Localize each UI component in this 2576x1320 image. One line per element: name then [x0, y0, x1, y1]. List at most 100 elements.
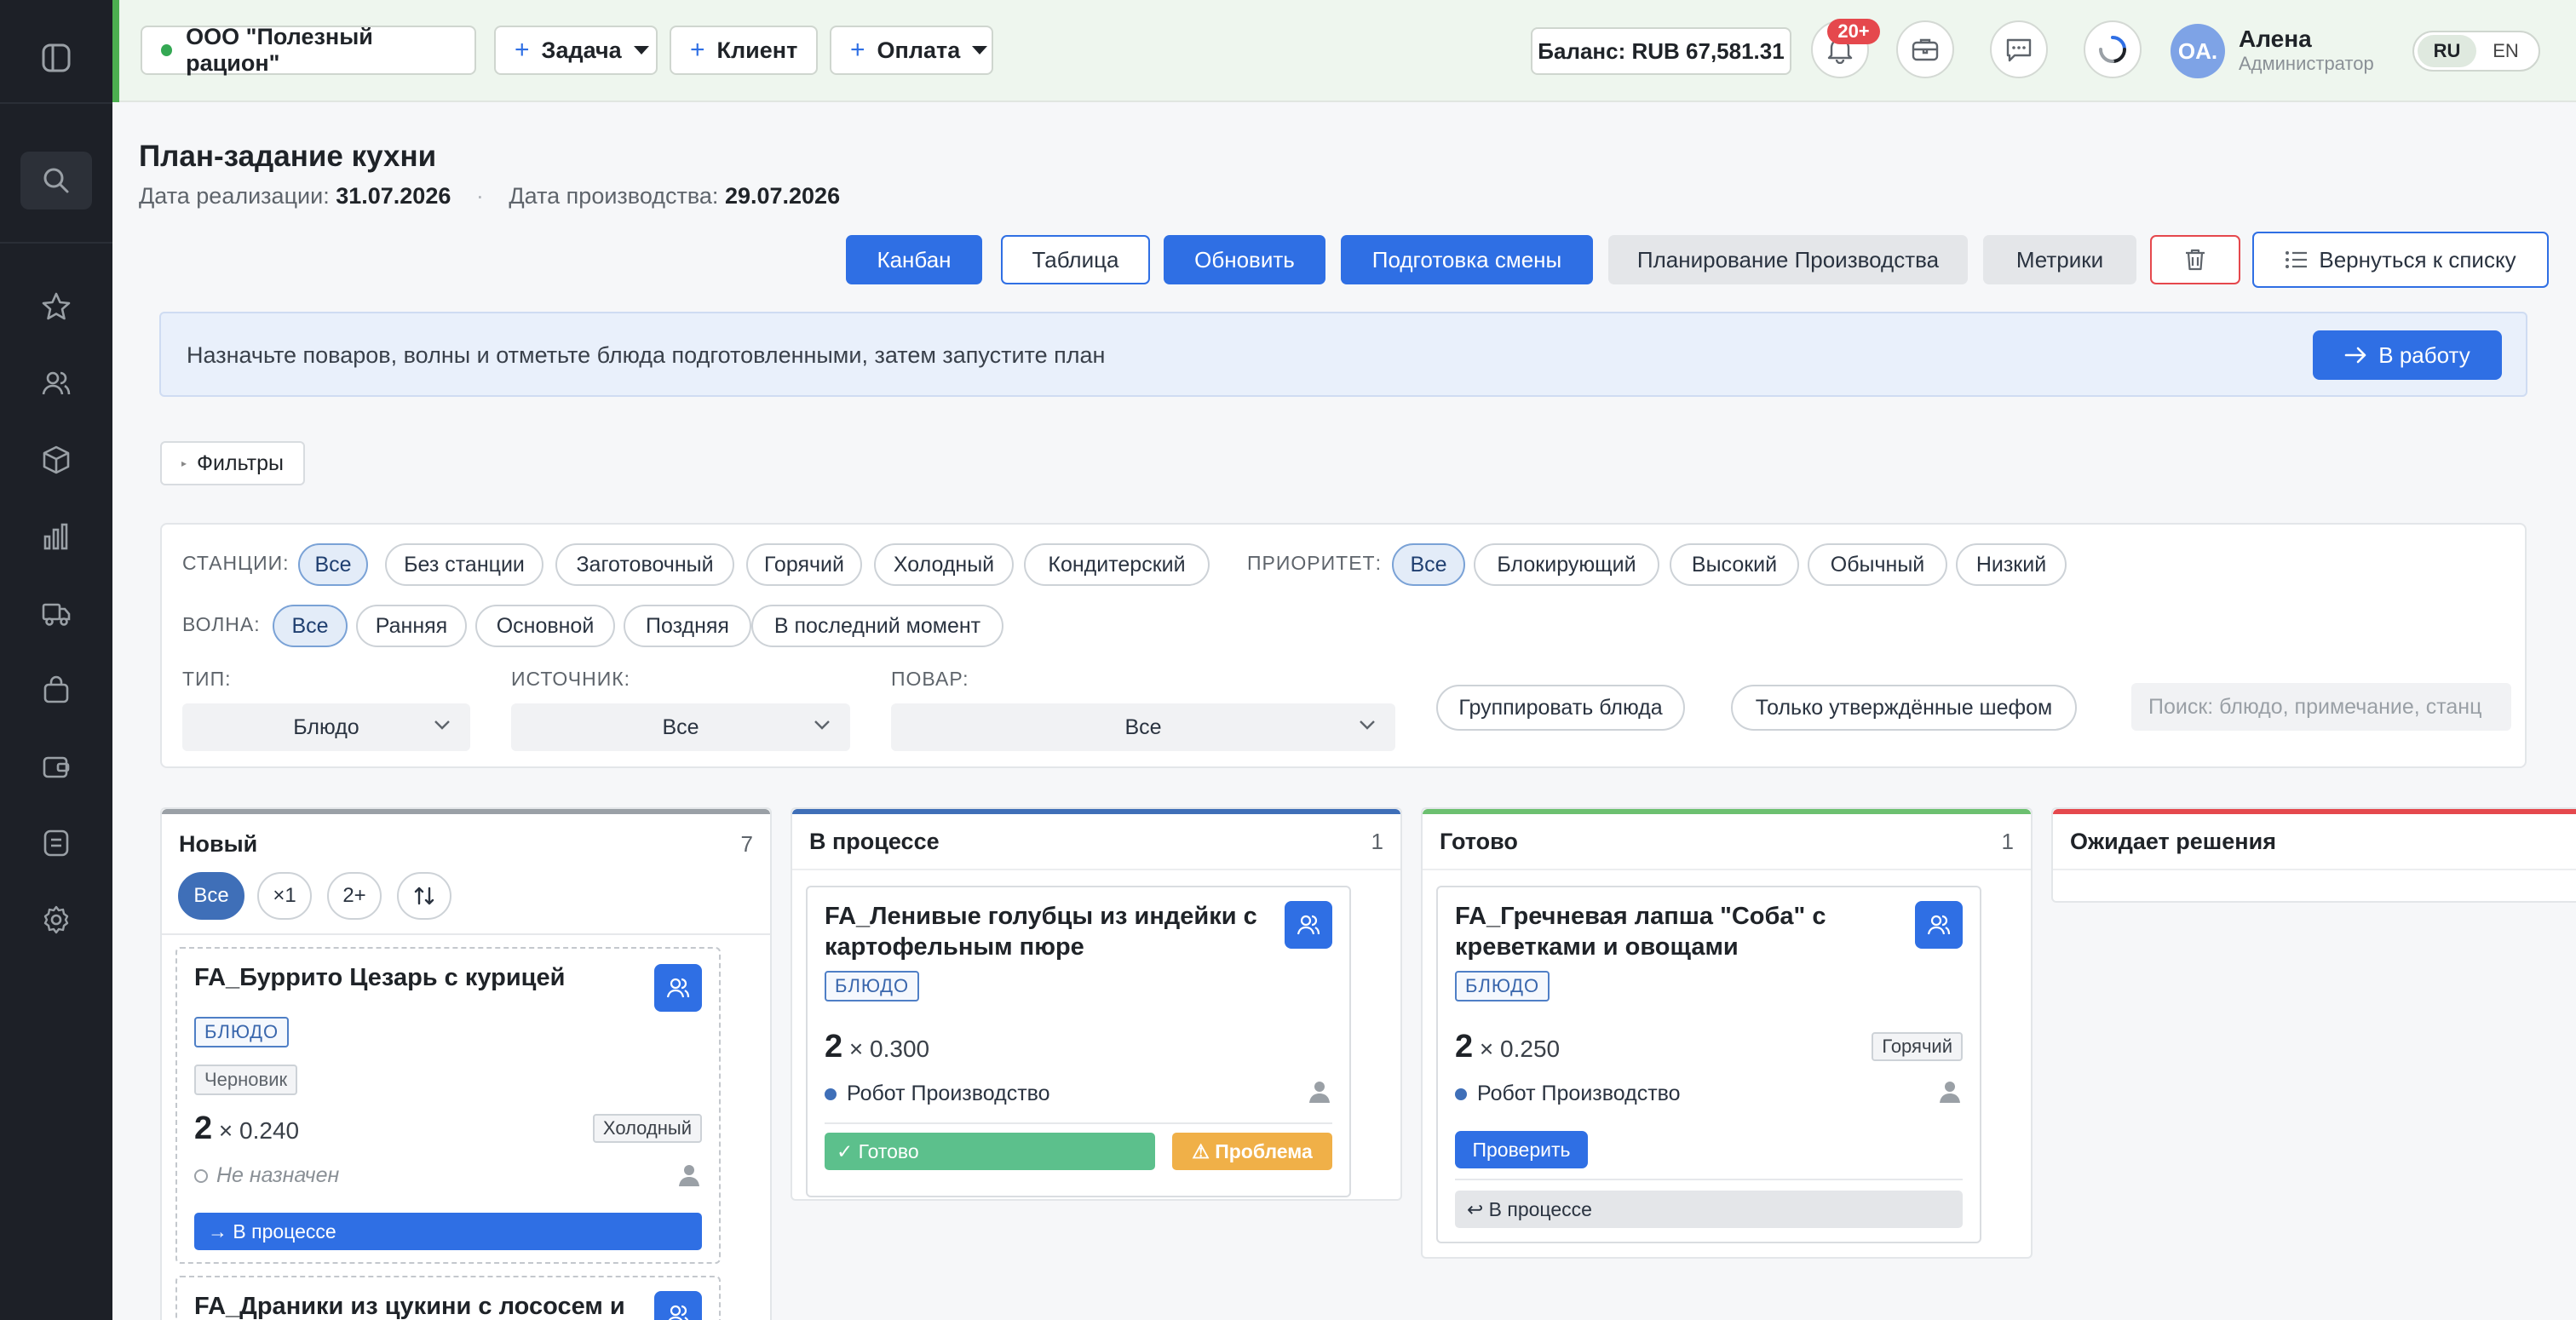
source-select-value: Все	[662, 715, 699, 739]
impl-date-value: 31.07.2026	[336, 183, 451, 209]
document-icon[interactable]	[39, 826, 73, 860]
wave-filter-late[interactable]: Поздняя	[624, 605, 751, 647]
segment-all[interactable]: Все	[178, 872, 244, 920]
station-filter-hot[interactable]: Горячий	[746, 543, 862, 586]
sidebar-toggle-icon[interactable]	[39, 41, 73, 75]
gear-icon[interactable]	[39, 903, 73, 937]
avatar[interactable]: OA.	[2171, 24, 2225, 78]
assign-cooks-button[interactable]	[654, 964, 702, 1012]
person-icon[interactable]	[678, 1163, 700, 1187]
card-title: FA_Гречневая лапша "Соба" с креветками и…	[1455, 901, 1826, 962]
star-icon[interactable]	[39, 290, 73, 324]
sync-status-button[interactable]	[2084, 20, 2142, 78]
messages-button[interactable]	[1990, 20, 2048, 78]
segment-2plus[interactable]: 2+	[327, 872, 382, 920]
report-problem-button[interactable]: ⚠ Проблема	[1172, 1133, 1332, 1170]
unassigned-dot	[194, 1168, 208, 1183]
wave-filter-last-minute[interactable]: В последний момент	[751, 605, 1003, 647]
box-icon[interactable]	[39, 443, 73, 477]
assign-cooks-button[interactable]	[1285, 901, 1332, 949]
chevron-down-icon	[814, 720, 830, 730]
station-filter-none[interactable]: Без станции	[385, 543, 543, 586]
notification-badge: 20+	[1827, 19, 1880, 44]
wallet-icon[interactable]	[39, 749, 73, 783]
spinner-icon	[2099, 36, 2126, 63]
new-payment-button[interactable]: + Оплата	[830, 26, 993, 75]
type-select[interactable]: Блюдо	[182, 703, 470, 751]
quantity-count: 2	[1455, 1029, 1474, 1065]
search-input[interactable]: Поиск: блюдо, примечание, станц	[2131, 683, 2511, 731]
users-icon[interactable]	[39, 366, 73, 400]
status-badge: Черновик	[194, 1065, 298, 1095]
priority-filter-low[interactable]: Низкий	[1956, 543, 2067, 586]
table-view-button[interactable]: Таблица	[1001, 235, 1150, 284]
station-filter-pastry[interactable]: Кондитерский	[1024, 543, 1210, 586]
shift-prep-button[interactable]: Подготовка смены	[1341, 235, 1593, 284]
move-to-progress-button[interactable]: → В процессе	[194, 1213, 702, 1250]
lang-ru[interactable]: RU	[2418, 35, 2476, 67]
wave-filter-early[interactable]: Ранняя	[356, 605, 467, 647]
kanban-view-button[interactable]: Канбан	[846, 235, 982, 284]
truck-icon[interactable]	[39, 596, 73, 630]
chart-icon[interactable]	[39, 519, 73, 554]
prod-date-label: Дата производства:	[509, 183, 719, 209]
card-title-line: FA_Гречневая лапша "Соба" с	[1455, 903, 1826, 930]
assign-cooks-button[interactable]	[1915, 901, 1963, 949]
start-work-label: В работу	[2378, 341, 2470, 368]
plus-icon: +	[850, 36, 865, 64]
mark-done-button[interactable]: ✓ Готово	[825, 1133, 1155, 1170]
chevron-right-icon: ▸	[181, 457, 187, 469]
user-name: Алена	[2239, 26, 2312, 52]
back-to-list-button[interactable]: Вернуться к списку	[2252, 232, 2549, 288]
station-badge: Холодный	[592, 1114, 702, 1143]
type-tag: БЛЮДО	[1455, 971, 1550, 1001]
card-title-line: FA_Ленивые голубцы из индейки с	[825, 903, 1257, 930]
task-card[interactable]: FA_Буррито Цезарь с курицей БЛЮДО Чернов…	[175, 947, 721, 1264]
person-icon[interactable]	[1308, 1080, 1331, 1104]
cook-select[interactable]: Все	[891, 703, 1395, 751]
wave-filter-all[interactable]: Все	[273, 605, 348, 647]
return-to-progress-button[interactable]: ↩ В процессе	[1455, 1191, 1963, 1228]
sort-toggle[interactable]	[397, 872, 451, 920]
station-filter-prep[interactable]: Заготовочный	[555, 543, 734, 586]
chef-approved-toggle[interactable]: Только утверждённые шефом	[1731, 685, 2077, 731]
source-select[interactable]: Все	[511, 703, 850, 751]
bag-icon[interactable]	[39, 673, 73, 707]
sidebar-search-button[interactable]	[20, 152, 92, 209]
refresh-button[interactable]: Обновить	[1164, 235, 1325, 284]
list-icon	[2286, 251, 2308, 268]
filters-toggle[interactable]: ▸ Фильтры	[160, 441, 305, 485]
new-client-button[interactable]: + Клиент	[670, 26, 818, 75]
briefcase-button[interactable]	[1896, 20, 1954, 78]
caret-down-icon	[972, 46, 988, 55]
production-planning-button[interactable]: Планирование Производства	[1608, 235, 1968, 284]
task-card[interactable]: FA_Ленивые голубцы из индейки с картофел…	[806, 886, 1351, 1197]
task-card[interactable]: FA_Драники из цукини с лососем и	[175, 1276, 721, 1320]
lang-en[interactable]: EN	[2476, 35, 2535, 67]
stations-label: СТАНЦИИ:	[182, 552, 290, 574]
active-indicator	[112, 0, 119, 102]
delete-button[interactable]	[2150, 235, 2240, 284]
wave-filter-main[interactable]: Основной	[475, 605, 615, 647]
priority-filter-normal[interactable]: Обычный	[1808, 543, 1947, 586]
group-dishes-toggle[interactable]: Группировать блюда	[1436, 685, 1685, 731]
new-task-button[interactable]: + Задача	[494, 26, 658, 75]
start-work-button[interactable]: В работу	[2313, 330, 2502, 380]
person-icon[interactable]	[1939, 1080, 1961, 1104]
priority-filter-all[interactable]: Все	[1392, 543, 1465, 586]
quantity-weight: × 0.240	[218, 1117, 300, 1144]
chat-icon	[2006, 38, 2032, 62]
company-selector[interactable]: ООО "Полезный рацион"	[141, 24, 476, 76]
priority-filter-high[interactable]: Высокий	[1670, 543, 1799, 586]
metrics-button[interactable]: Метрики	[1983, 235, 2136, 284]
priority-filter-blocking[interactable]: Блокирующий	[1474, 543, 1659, 586]
user-role: Администратор	[2239, 53, 2374, 74]
assign-cooks-button[interactable]	[654, 1291, 702, 1320]
type-tag: БЛЮДО	[194, 1017, 290, 1047]
station-filter-cold[interactable]: Холодный	[874, 543, 1014, 586]
chevron-down-icon	[1360, 720, 1375, 730]
segment-x1[interactable]: ×1	[257, 872, 312, 920]
station-filter-all[interactable]: Все	[298, 543, 368, 586]
task-card[interactable]: FA_Гречневая лапша "Соба" с креветками и…	[1436, 886, 1981, 1243]
verify-button[interactable]: Проверить	[1455, 1131, 1588, 1168]
